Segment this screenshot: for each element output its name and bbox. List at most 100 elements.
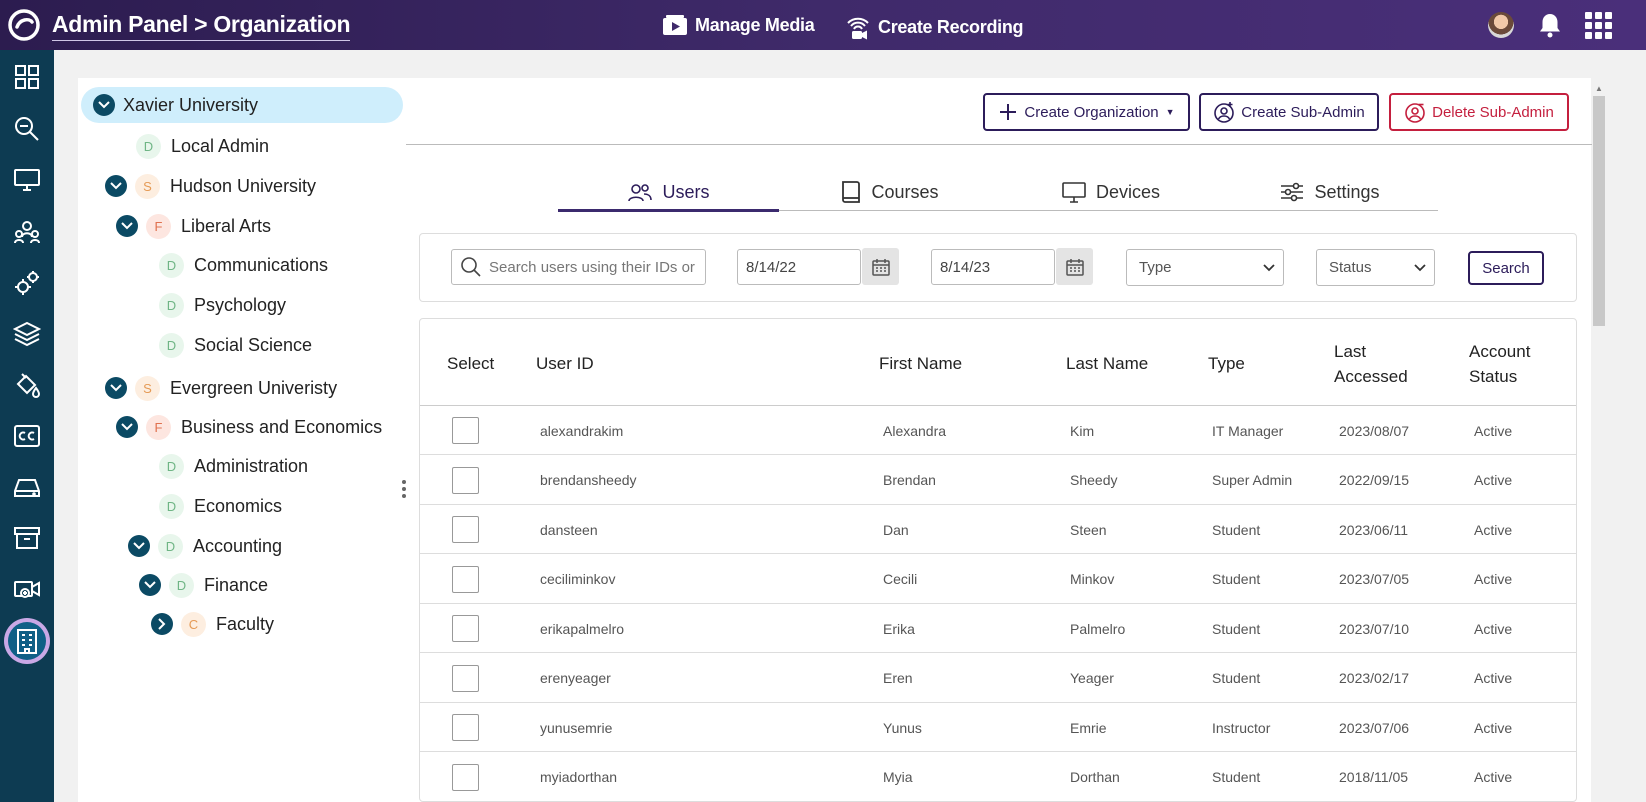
archive-icon[interactable] [8,519,46,557]
cell-last-name: Kim [1070,422,1095,439]
header-account-status-line2: Status [1469,367,1518,386]
apps-grid-icon[interactable] [1585,12,1612,39]
table-row[interactable]: yunusemrie Yunus Emrie Instructor 2023/07/06… [420,703,1576,752]
users-icon [628,184,653,202]
tab-users[interactable]: Users [558,172,779,212]
tree-item-label: Faculty [216,613,275,634]
search-input[interactable]: Search users using their IDs or [451,249,706,285]
tree-item-hudson-university[interactable]: S Hudson University [105,168,316,204]
dashboard-icon[interactable] [8,58,46,96]
chevron-down-icon[interactable] [105,377,127,399]
row-select-checkbox[interactable] [452,417,479,444]
tab-settings[interactable]: Settings [1221,172,1438,212]
row-select-checkbox[interactable] [452,466,479,494]
search-analytics-icon[interactable] [8,110,46,148]
table-row[interactable]: ceciliminkov Cecili Minkov Student 2023/07/0… [420,555,1576,604]
scroll-up-icon[interactable]: ▲ [1595,84,1603,93]
tree-item-communications[interactable]: D Communications [159,247,328,283]
tab-courses[interactable]: Courses [779,172,1000,212]
tree-item-faculty[interactable]: C Faculty [151,606,274,642]
cell-type: Instructor [1212,719,1271,736]
paint-bucket-icon[interactable] [8,366,46,404]
table-row[interactable]: myiadorthan Myia Dorthan Student 2018/11/05 A… [420,753,1576,801]
chevron-down-icon[interactable] [116,416,138,438]
start-date-input[interactable]: 8/14/22 [737,249,861,285]
tree-item-administration[interactable]: D Administration [159,448,308,484]
chevron-down-icon[interactable] [116,215,138,237]
organization-icon[interactable] [8,622,46,660]
create-sub-admin-button[interactable]: Create Sub-Admin [1199,93,1379,131]
header-type[interactable]: Type [1208,351,1245,376]
tab-devices[interactable]: Devices [1000,172,1221,212]
create-recording-link[interactable]: Create Recording [844,13,1024,41]
drive-icon[interactable] [8,468,46,506]
table-row[interactable]: dansteen Dan Steen Student 2023/06/11 Active [420,505,1576,554]
row-select-checkbox[interactable] [452,565,479,593]
cell-account-status: Active [1474,769,1513,785]
end-date-input[interactable]: 8/14/23 [931,249,1055,285]
row-select-checkbox[interactable] [452,763,479,791]
gears-icon[interactable] [8,264,46,302]
tree-item-psychology[interactable]: D Psychology [159,287,286,323]
user-avatar[interactable] [1488,12,1514,38]
end-date-calendar-icon[interactable] [1056,248,1093,285]
scrollbar-thumb[interactable] [1593,96,1605,326]
tree-item-xavier-university[interactable]: Xavier University [81,87,403,123]
vertical-scrollbar[interactable]: ▲ [1592,84,1606,802]
tree-item-social-science[interactable]: D Social Science [159,327,312,363]
table-row[interactable]: alexandrakim Alexandra Kim IT Manager 2023/0… [420,406,1576,455]
tree-item-economics[interactable]: D Economics [159,488,282,524]
chevron-down-icon[interactable] [105,175,127,197]
video-camera-icon[interactable] [8,570,46,608]
cell-user-id: erenyeager [540,670,611,686]
tree-item-liberal-arts[interactable]: F Liberal Arts [116,208,271,244]
monitor-icon[interactable] [8,161,46,199]
header-user-id[interactable]: User ID [536,351,594,376]
layers-icon[interactable] [8,315,46,353]
users-table: Select User ID First Name Last Name Type… [419,318,1577,802]
panel-resize-handle[interactable] [402,480,406,498]
cell-user-id: yunusemrie [540,719,613,736]
header-account-status[interactable]: Account Status [1469,339,1530,389]
bell-icon[interactable] [1537,11,1563,39]
tree-item-business-and-economics[interactable]: F Business and Economics [116,409,382,445]
chevron-down-icon[interactable] [93,94,115,116]
classroom-icon[interactable] [8,212,46,250]
delete-sub-admin-button[interactable]: Delete Sub-Admin [1389,93,1569,131]
manage-media-link[interactable]: Manage Media [661,13,815,37]
table-row[interactable]: erikapalmelro Erika Palmelro Student 2023/07… [420,604,1576,653]
header-last-accessed[interactable]: Last Accessed [1334,339,1408,389]
chevron-right-icon[interactable] [151,613,173,635]
status-select[interactable]: Status [1316,249,1435,286]
cell-last-accessed: 2023/06/11 [1339,521,1409,538]
cell-user-id: alexandrakim [540,422,624,439]
create-organization-button[interactable]: Create Organization ▼ [983,93,1190,131]
tree-item-evergreen-univeristy[interactable]: S Evergreen Univeristy [105,370,337,406]
cell-user-id: brendansheedy [540,472,637,488]
row-select-checkbox[interactable] [452,664,479,692]
table-row[interactable]: brendansheedy Brendan Sheedy Super Admin 202… [420,456,1576,505]
plus-icon [1000,104,1017,120]
app-logo-icon[interactable] [6,9,42,41]
header-last-name[interactable]: Last Name [1066,351,1148,376]
row-select-checkbox[interactable] [452,615,479,642]
search-button[interactable]: Search [1468,251,1544,285]
row-select-checkbox[interactable] [452,714,479,741]
tree-item-local-admin[interactable]: D Local Admin [136,128,269,164]
cell-last-name: Yeager [1070,670,1114,686]
cell-last-accessed: 2023/07/10 [1339,620,1410,637]
header-first-name[interactable]: First Name [879,351,962,376]
type-select[interactable]: Type [1126,249,1284,286]
cell-last-accessed: 2022/09/15 [1339,472,1410,488]
chevron-down-icon[interactable] [128,535,150,557]
start-date-calendar-icon[interactable] [862,248,899,285]
tree-item-label: Evergreen Univeristy [170,377,338,398]
tree-item-accounting[interactable]: D Accounting [128,528,282,564]
table-row[interactable]: erenyeager Eren Yeager Student 2023/02/17 Act… [420,654,1576,703]
tree-item-finance[interactable]: D Finance [139,567,268,603]
row-select-checkbox[interactable] [452,516,479,543]
captions-icon[interactable] [8,417,46,455]
school-badge: S [135,173,160,199]
chevron-down-icon[interactable] [139,574,161,596]
breadcrumb[interactable]: Admin Panel > Organization [52,11,351,41]
